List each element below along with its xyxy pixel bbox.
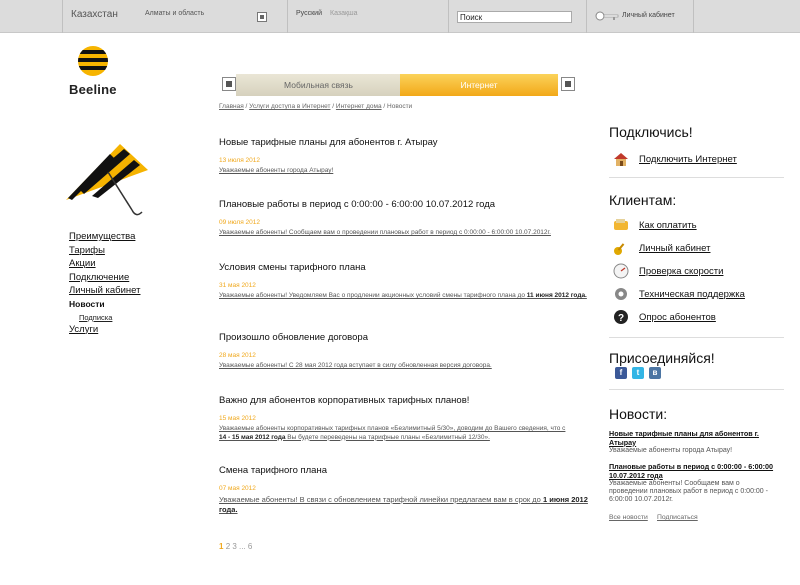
news-heading: Новости: xyxy=(609,406,668,422)
page-current: 1 xyxy=(219,542,224,551)
clients-heading: Клиентам: xyxy=(609,192,677,208)
news-excerpt[interactable]: Уважаемые абоненты города Атырау! xyxy=(219,167,594,176)
page-links[interactable]: 2 3 ... 6 xyxy=(226,542,253,551)
news-title[interactable]: Новые тарифные планы для абонентов г. Ат… xyxy=(219,137,594,148)
breadcrumb-internet-services[interactable]: Услуги доступа в Интернет xyxy=(249,103,330,110)
pagination: 1 2 3 ... 6 xyxy=(219,542,252,551)
tab-internet[interactable]: Интернет xyxy=(400,74,558,96)
wallet-icon xyxy=(614,219,628,230)
city-label[interactable]: Алматы и область xyxy=(145,10,204,17)
divider xyxy=(609,177,784,178)
cabinet-label[interactable]: Личный кабинет xyxy=(622,12,675,19)
news-excerpt-line2: Вы будете переведены на тарифные планы «… xyxy=(285,433,490,441)
breadcrumb-home-internet[interactable]: Интернет дома xyxy=(336,103,382,110)
divider xyxy=(609,337,784,338)
news-item: Новые тарифные планы для абонентов г. Ат… xyxy=(219,137,594,176)
nav-cabinet[interactable]: Личный кабинет xyxy=(69,284,140,298)
nav-promotions[interactable]: Акции xyxy=(69,257,140,271)
svg-text:?: ? xyxy=(618,313,624,324)
nav-connection[interactable]: Подключение xyxy=(69,271,140,285)
news-title[interactable]: Произошло обновление договора xyxy=(219,332,594,343)
news-date: 07 мая 2012 xyxy=(219,485,256,492)
news-title[interactable]: Плановые работы в период с 0:00:00 - 6:0… xyxy=(219,199,594,210)
divider xyxy=(609,389,784,390)
region-selector[interactable]: Казахстан Алматы и область xyxy=(62,0,286,33)
news-excerpt[interactable]: Уважаемые абоненты! С 28 мая 2012 года в… xyxy=(219,362,594,371)
region-dropdown-icon[interactable] xyxy=(257,12,267,22)
tab-left-icon[interactable] xyxy=(222,77,236,91)
news-excerpt-line1: Уважаемые абоненты корпоративных тарифны… xyxy=(219,425,566,432)
connect-internet-link[interactable]: Подключить Интернет xyxy=(639,154,737,165)
speed-test-link[interactable]: Проверка скорости xyxy=(639,266,723,277)
news-date: 31 мая 2012 xyxy=(219,282,256,289)
nav-subscription[interactable]: Подписка xyxy=(69,312,140,323)
survey-link[interactable]: Опрос абонентов xyxy=(639,312,716,323)
language-switcher: Русский Казақша xyxy=(287,0,365,33)
side-news-excerpt: Уважаемые абоненты города Атырау! xyxy=(609,447,733,454)
facebook-icon[interactable]: f xyxy=(615,367,627,379)
search-input[interactable] xyxy=(457,11,572,23)
news-excerpt-text: Уважаемые абоненты! Уведомляем Вас о про… xyxy=(219,292,525,299)
cabinet-link[interactable]: Личный кабинет xyxy=(586,0,694,33)
side-news-title[interactable]: Плановые работы в период с 0:00:00 - 6:0… xyxy=(609,462,779,480)
subscribe-link[interactable]: Подписаться xyxy=(657,514,698,521)
all-news-link[interactable]: Все новости xyxy=(609,514,648,521)
breadcrumb: Главная / Услуги доступа в Интернет / Ин… xyxy=(219,103,413,110)
news-excerpt[interactable]: Уважаемые абоненты корпоративных тарифны… xyxy=(219,425,594,442)
news-excerpt[interactable]: Уважаемые абоненты! В связи с обновление… xyxy=(219,495,594,515)
news-item: Важно для абонентов корпоративных тарифн… xyxy=(219,395,594,442)
lang-kz[interactable]: Казақша xyxy=(330,10,358,17)
nav-news-active: Новости xyxy=(69,298,105,309)
umbrella-illustration-icon xyxy=(66,144,148,216)
news-excerpt[interactable]: Уважаемые абоненты! Сообщаем вам о прове… xyxy=(219,229,594,238)
nav-services[interactable]: Услуги xyxy=(69,323,140,337)
search-area xyxy=(448,0,586,33)
news-item: Смена тарифного плана 07 мая 2012 Уважае… xyxy=(219,465,594,515)
breadcrumb-home[interactable]: Главная xyxy=(219,103,244,110)
news-excerpt[interactable]: Уважаемые абоненты! Уведомляем Вас о про… xyxy=(219,292,594,301)
left-nav: Преимущества Тарифы Акции Подключение Ли… xyxy=(69,230,140,336)
gear-icon xyxy=(615,288,627,300)
twitter-icon[interactable]: t xyxy=(632,367,644,379)
top-bar: Казахстан Алматы и область Русский Казақ… xyxy=(0,0,800,33)
news-item: Плановые работы в период с 0:00:00 - 6:0… xyxy=(219,199,594,238)
tab-right-icon[interactable] xyxy=(561,77,575,91)
country-label[interactable]: Казахстан xyxy=(71,9,118,20)
news-date: 15 мая 2012 xyxy=(219,415,256,422)
lang-ru[interactable]: Русский xyxy=(296,10,322,17)
breadcrumb-current: Новости xyxy=(387,103,413,110)
news-date: 13 июля 2012 xyxy=(219,157,260,164)
news-item: Условия смены тарифного плана 31 мая 201… xyxy=(219,262,594,301)
news-item: Произошло обновление договора 28 мая 201… xyxy=(219,332,594,371)
side-news-title[interactable]: Новые тарифные планы для абонентов г. Ат… xyxy=(609,429,779,447)
house-icon xyxy=(614,153,628,166)
join-heading: Присоединяйся! xyxy=(609,350,715,366)
nav-advantages[interactable]: Преимущества xyxy=(69,230,140,244)
news-excerpt-date: 14 - 15 мая 2012 года xyxy=(219,433,286,441)
news-date: 09 июля 2012 xyxy=(219,219,260,226)
news-excerpt-date: 11 июня 2012 года. xyxy=(526,292,587,299)
connect-heading: Подключись! xyxy=(609,124,693,140)
side-news-excerpt: Уважаемые абоненты! Сообщаем вам о прове… xyxy=(609,480,768,504)
logo-text[interactable]: Beeline xyxy=(69,82,117,97)
news-title[interactable]: Условия смены тарифного плана xyxy=(219,262,594,273)
news-date: 28 мая 2012 xyxy=(219,352,256,359)
news-excerpt-text: Уважаемые абоненты! В связи с обновление… xyxy=(219,495,541,504)
how-to-pay-link[interactable]: Как оплатить xyxy=(639,220,697,231)
vkontakte-icon[interactable]: в xyxy=(649,367,661,379)
key-icon xyxy=(595,11,619,21)
tab-mobile[interactable]: Мобильная связь xyxy=(236,74,401,96)
service-tabs: Мобильная связь Интернет xyxy=(219,74,577,96)
key-icon xyxy=(614,243,625,255)
news-title[interactable]: Важно для абонентов корпоративных тарифн… xyxy=(219,395,594,406)
speedometer-icon xyxy=(613,263,629,279)
question-icon: ? xyxy=(614,310,628,324)
tech-support-link[interactable]: Техническая поддержка xyxy=(639,289,745,300)
nav-tariffs[interactable]: Тарифы xyxy=(69,244,140,258)
news-title[interactable]: Смена тарифного плана xyxy=(219,465,594,476)
personal-cabinet-link[interactable]: Личный кабинет xyxy=(639,243,710,254)
